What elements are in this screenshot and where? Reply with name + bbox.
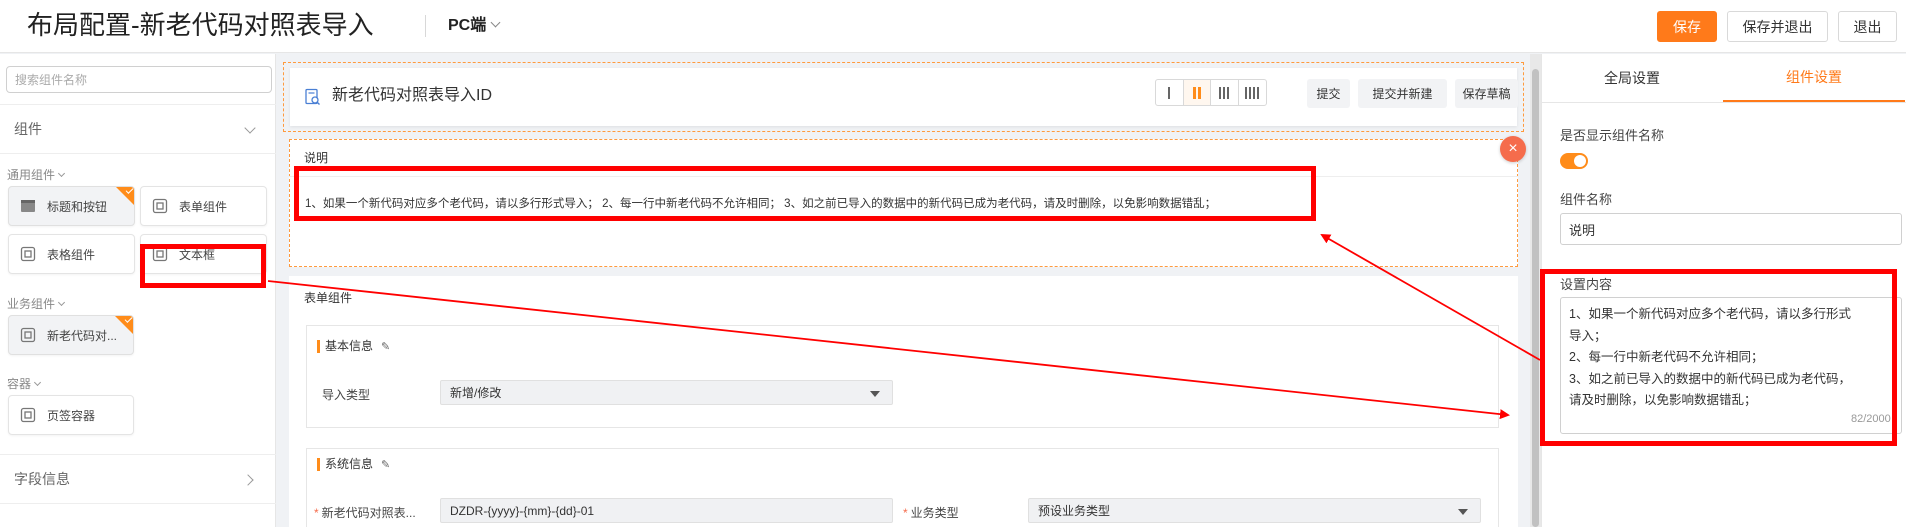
column-layout-switch bbox=[1155, 79, 1267, 106]
system-info-text: 系统信息 bbox=[325, 457, 374, 471]
field-info-section-header[interactable]: 字段信息 bbox=[0, 454, 276, 504]
component-icon bbox=[20, 407, 36, 423]
component-biz-code-table[interactable]: 新老代码对... bbox=[8, 315, 134, 355]
scrollbar-thumb[interactable] bbox=[1532, 69, 1539, 527]
component-search-input[interactable] bbox=[6, 66, 272, 93]
component-name-input[interactable] bbox=[1560, 213, 1902, 245]
import-type-select[interactable]: 新增/修改 bbox=[440, 380, 893, 405]
description-label: 说明 bbox=[304, 151, 329, 165]
component-table[interactable]: 表格组件 bbox=[8, 234, 135, 274]
two-column-option[interactable] bbox=[1183, 80, 1211, 105]
component-sidebar: 组件 通用组件 标题和按钮 表单组件 表格组件 文本框 业务组件 新老代码对..… bbox=[0, 54, 276, 527]
system-info-title: 系统信息 ✎ bbox=[317, 458, 390, 471]
show-name-label: 是否显示组件名称 bbox=[1560, 128, 1665, 143]
import-type-value: 新增/修改 bbox=[450, 386, 502, 400]
chevron-down-icon bbox=[57, 298, 66, 307]
component-tab-container[interactable]: 页签容器 bbox=[8, 395, 134, 435]
content-label: 设置内容 bbox=[1560, 277, 1613, 292]
chevron-down-icon bbox=[490, 17, 501, 28]
chevron-down-icon bbox=[57, 169, 66, 178]
biz-type-label: * 业务类型 bbox=[903, 506, 959, 520]
content-line: 1、如果一个新代码对应多个老代码，请以多行形式 bbox=[1569, 307, 1851, 321]
submit-button[interactable]: 提交 bbox=[1307, 79, 1350, 108]
exit-button[interactable]: 退出 bbox=[1838, 11, 1897, 42]
form-component-label: 表单组件 bbox=[304, 291, 353, 305]
edit-icon[interactable]: ✎ bbox=[381, 341, 390, 353]
title-bar-icon bbox=[21, 200, 35, 212]
component-label: 表单组件 bbox=[179, 199, 228, 214]
tabs-divider bbox=[1541, 102, 1906, 103]
component-label: 文本框 bbox=[179, 247, 216, 262]
title-divider bbox=[425, 15, 426, 37]
biz-type-text: 业务类型 bbox=[910, 506, 959, 520]
field-info-label: 字段信息 bbox=[14, 471, 70, 487]
code-table-field-label: * 新老代码对照表... bbox=[314, 506, 416, 520]
group-business-label[interactable]: 业务组件 bbox=[7, 295, 66, 312]
component-title-button[interactable]: 标题和按钮 bbox=[8, 186, 135, 226]
save-button[interactable]: 保存 bbox=[1657, 11, 1717, 42]
chevron-right-icon bbox=[242, 474, 254, 486]
content-line: 导入； bbox=[1569, 328, 1607, 343]
page-title: 布局配置-新老代码对照表导入 bbox=[27, 10, 374, 40]
biz-type-select[interactable]: 预设业务类型 bbox=[1028, 498, 1481, 523]
platform-selector[interactable]: PC端 bbox=[448, 15, 501, 37]
document-search-icon bbox=[305, 88, 320, 105]
code-table-field-text: 新老代码对照表... bbox=[321, 506, 416, 520]
three-column-option[interactable] bbox=[1211, 80, 1239, 105]
content-line: 请及时删除，以免影响数据错乱； bbox=[1569, 393, 1757, 407]
import-type-label: 导入类型 bbox=[322, 388, 371, 402]
content-line: 3、如之前已导入的数据中的新代码已成为老代码， bbox=[1569, 371, 1851, 386]
component-icon bbox=[152, 198, 168, 214]
form-header-block[interactable]: 新老代码对照表导入ID 提交 提交并新建 保存草稿 bbox=[290, 68, 1518, 126]
one-column-option[interactable] bbox=[1156, 80, 1184, 105]
component-label: 标题和按钮 bbox=[47, 199, 108, 214]
component-icon bbox=[20, 246, 36, 262]
component-form[interactable]: 表单组件 bbox=[140, 186, 267, 226]
dropdown-arrow-icon bbox=[870, 391, 880, 397]
canvas-scrollbar[interactable] bbox=[1530, 54, 1541, 527]
save-exit-button[interactable]: 保存并退出 bbox=[1727, 11, 1828, 42]
four-column-option[interactable] bbox=[1239, 80, 1266, 105]
remove-component-button[interactable]: × bbox=[1500, 136, 1526, 162]
components-section-header[interactable]: 组件 bbox=[0, 104, 276, 154]
platform-label: PC端 bbox=[448, 17, 487, 34]
submit-new-button[interactable]: 提交并新建 bbox=[1358, 79, 1447, 108]
chevron-down-icon bbox=[244, 122, 256, 134]
component-name-label: 组件名称 bbox=[1560, 192, 1613, 207]
basic-info-text: 基本信息 bbox=[325, 339, 374, 353]
basic-info-title: 基本信息 ✎ bbox=[317, 340, 390, 353]
component-icon bbox=[20, 327, 36, 343]
tab-component-settings[interactable]: 组件设置 bbox=[1723, 54, 1905, 102]
chevron-down-icon bbox=[33, 378, 42, 387]
group-container-label[interactable]: 容器 bbox=[7, 375, 42, 392]
group-business-text: 业务组件 bbox=[7, 297, 56, 311]
group-common-label[interactable]: 通用组件 bbox=[7, 166, 66, 183]
group-container-text: 容器 bbox=[7, 377, 32, 391]
code-table-number-value: DZDR-{yyyy}-{mm}-{dd}-01 bbox=[450, 503, 595, 518]
basic-info-group bbox=[306, 325, 1499, 428]
component-label: 表格组件 bbox=[47, 247, 96, 262]
close-icon: × bbox=[1508, 140, 1518, 157]
tab-global-settings[interactable]: 全局设置 bbox=[1541, 54, 1723, 102]
component-text-box[interactable]: 文本框 bbox=[140, 234, 267, 274]
dropdown-arrow-icon bbox=[1458, 509, 1468, 515]
group-common-text: 通用组件 bbox=[7, 168, 56, 182]
show-name-toggle[interactable] bbox=[1560, 153, 1588, 169]
component-label: 页签容器 bbox=[47, 408, 96, 423]
content-line: 2、每一行中新老代码不允许相同； bbox=[1569, 350, 1764, 364]
description-divider bbox=[289, 176, 1518, 177]
edit-icon[interactable]: ✎ bbox=[381, 459, 390, 471]
component-label: 新老代码对... bbox=[47, 328, 118, 343]
biz-type-value: 预设业务类型 bbox=[1038, 504, 1111, 518]
component-icon bbox=[152, 246, 168, 262]
components-section-label: 组件 bbox=[14, 121, 42, 137]
code-table-number-input[interactable]: DZDR-{yyyy}-{mm}-{dd}-01 bbox=[440, 498, 893, 523]
save-draft-button[interactable]: 保存草稿 bbox=[1455, 79, 1518, 108]
form-title: 新老代码对照表导入ID bbox=[332, 87, 493, 104]
description-text: 1、如果一个新代码对应多个老代码，请以多行形式导入； 2、每一行中新老代码不允许… bbox=[305, 198, 1217, 210]
top-header: 布局配置-新老代码对照表导入 PC端 保存 保存并退出 退出 bbox=[0, 0, 1906, 53]
char-count: 82/2000 bbox=[1851, 413, 1891, 425]
